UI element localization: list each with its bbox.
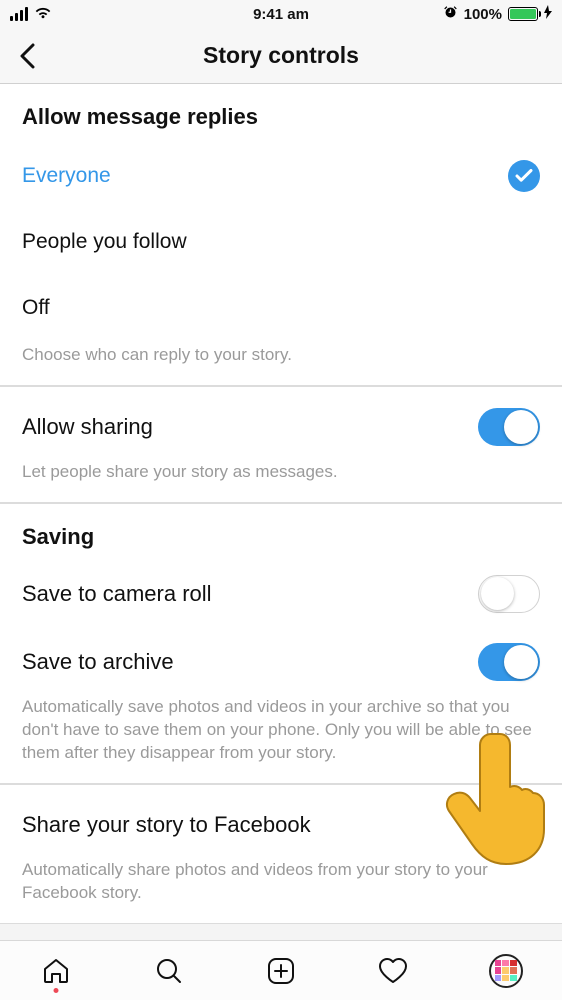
search-icon [154,956,184,986]
share-facebook-toggle[interactable] [478,806,540,844]
section-share-facebook: Share your story to Facebook Automatical… [0,784,562,924]
allow-sharing-row[interactable]: Allow sharing [22,407,540,447]
replies-heading: Allow message replies [22,104,540,130]
tab-bar [0,940,562,1000]
share-facebook-row[interactable]: Share your story to Facebook [22,805,540,845]
page-title: Story controls [203,42,359,69]
allow-sharing-label: Allow sharing [22,414,153,440]
save-camera-roll-row[interactable]: Save to camera roll [22,574,540,614]
section-saving: Saving Save to camera roll Save to archi… [0,503,562,784]
saving-hint: Automatically save photos and videos in … [22,696,540,765]
tab-search[interactable] [149,951,189,991]
home-icon [41,956,71,986]
share-facebook-label: Share your story to Facebook [22,812,311,838]
tab-home[interactable] [36,951,76,991]
save-archive-row[interactable]: Save to archive [22,642,540,682]
battery-icon [508,7,538,21]
save-camera-roll-toggle[interactable] [478,575,540,613]
profile-avatar [489,954,523,988]
wifi-icon [34,5,52,23]
section-allow-sharing: Allow sharing Let people share your stor… [0,386,562,503]
reply-option-off[interactable]: Off [22,290,540,326]
save-archive-toggle[interactable] [478,643,540,681]
reply-option-followed[interactable]: People you follow [22,224,540,260]
reply-option-label: Off [22,296,50,320]
heart-icon [377,956,409,986]
allow-sharing-toggle[interactable] [478,408,540,446]
charging-icon [544,5,552,23]
section-message-replies: Allow message replies Everyone People yo… [0,84,562,386]
back-button[interactable] [10,39,44,73]
notification-dot [54,988,59,993]
tab-profile[interactable] [486,951,526,991]
nav-header: Story controls [0,28,562,84]
alarm-icon [443,5,458,24]
saving-heading: Saving [22,524,540,550]
replies-hint: Choose who can reply to your story. [22,344,540,367]
chevron-left-icon [19,43,35,69]
plus-square-icon [266,956,296,986]
status-bar: 9:41 am 100% [0,0,562,28]
allow-sharing-hint: Let people share your story as messages. [22,461,540,484]
reply-option-label: People you follow [22,230,187,254]
share-facebook-hint: Automatically share photos and videos fr… [22,859,540,905]
reply-option-everyone[interactable]: Everyone [22,158,540,194]
save-camera-roll-label: Save to camera roll [22,581,212,607]
tab-activity[interactable] [373,951,413,991]
save-archive-label: Save to archive [22,649,174,675]
signal-icon [10,7,28,21]
checkmark-icon [508,160,540,192]
reply-option-label: Everyone [22,164,111,188]
battery-pct: 100% [464,6,502,23]
tab-new-post[interactable] [261,951,301,991]
